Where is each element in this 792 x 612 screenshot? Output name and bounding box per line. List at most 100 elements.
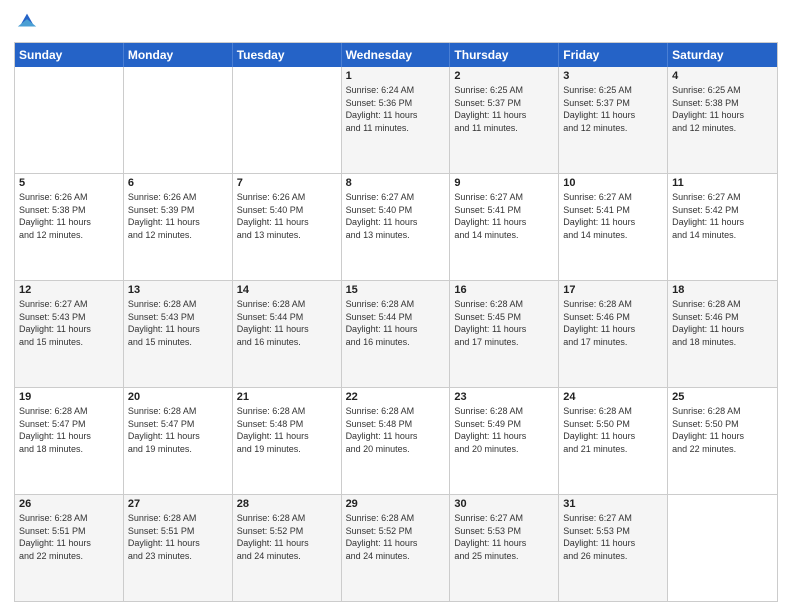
calendar-cell: 15 Sunrise: 6:28 AM Sunset: 5:44 PM Dayli… xyxy=(342,281,451,387)
calendar-cell: 19Sunrise: 6:28 AM Sunset: 5:47 PM Dayli… xyxy=(15,388,124,494)
calendar-cell: 4Sunrise: 6:25 AM Sunset: 5:38 PM Daylig… xyxy=(668,67,777,173)
calendar-cell: 30Sunrise: 6:27 AM Sunset: 5:53 PM Dayli… xyxy=(450,495,559,601)
weekday-header: Thursday xyxy=(450,43,559,67)
cell-info: Sunrise: 6:27 AM Sunset: 5:41 PM Dayligh… xyxy=(563,191,663,241)
cell-info: Sunrise: 6:28 AM Sunset: 5:51 PM Dayligh… xyxy=(19,512,119,562)
cell-info: Sunrise: 6:27 AM Sunset: 5:40 PM Dayligh… xyxy=(346,191,446,241)
calendar-cell: 17 Sunrise: 6:28 AM Sunset: 5:46 PM Dayli… xyxy=(559,281,668,387)
cell-info: Sunrise: 6:28 AM Sunset: 5:50 PM Dayligh… xyxy=(563,405,663,455)
day-number: 28 xyxy=(237,498,337,510)
day-number: 14 xyxy=(237,284,337,296)
day-number: 9 xyxy=(454,177,554,189)
day-number: 27 xyxy=(128,498,228,510)
calendar-cell: 14 Sunrise: 6:28 AM Sunset: 5:44 PM Dayli… xyxy=(233,281,342,387)
weekday-header: Saturday xyxy=(668,43,777,67)
cell-info: Sunrise: 6:27 AM Sunset: 5:42 PM Dayligh… xyxy=(672,191,773,241)
cell-info: Sunrise: 6:28 AM Sunset: 5:51 PM Dayligh… xyxy=(128,512,228,562)
cell-info: Sunrise: 6:26 AM Sunset: 5:40 PM Dayligh… xyxy=(237,191,337,241)
calendar-cell xyxy=(124,67,233,173)
calendar-cell: 6 Sunrise: 6:26 AM Sunset: 5:39 PM Daylig… xyxy=(124,174,233,280)
cell-info: Sunrise: 6:28 AM Sunset: 5:49 PM Dayligh… xyxy=(454,405,554,455)
day-number: 16 xyxy=(454,284,554,296)
cell-info: Sunrise: 6:28 AM Sunset: 5:47 PM Dayligh… xyxy=(19,405,119,455)
header xyxy=(14,10,778,34)
day-number: 20 xyxy=(128,391,228,403)
cell-info: Sunrise: 6:26 AM Sunset: 5:39 PM Dayligh… xyxy=(128,191,228,241)
logo-icon xyxy=(16,10,38,32)
day-number: 18 xyxy=(672,284,773,296)
day-number: 26 xyxy=(19,498,119,510)
calendar-cell: 25 Sunrise: 6:28 AM Sunset: 5:50 PM Dayli… xyxy=(668,388,777,494)
calendar-cell: 12 Sunrise: 6:27 AM Sunset: 5:43 PM Dayli… xyxy=(15,281,124,387)
cell-info: Sunrise: 6:25 AM Sunset: 5:37 PM Dayligh… xyxy=(563,84,663,134)
cell-info: Sunrise: 6:25 AM Sunset: 5:37 PM Dayligh… xyxy=(454,84,554,134)
day-number: 11 xyxy=(672,177,773,189)
calendar-cell xyxy=(233,67,342,173)
cell-info: Sunrise: 6:28 AM Sunset: 5:50 PM Dayligh… xyxy=(672,405,773,455)
cell-info: Sunrise: 6:28 AM Sunset: 5:48 PM Dayligh… xyxy=(346,405,446,455)
day-number: 29 xyxy=(346,498,446,510)
cell-info: Sunrise: 6:27 AM Sunset: 5:41 PM Dayligh… xyxy=(454,191,554,241)
day-number: 25 xyxy=(672,391,773,403)
day-number: 15 xyxy=(346,284,446,296)
cell-info: Sunrise: 6:28 AM Sunset: 5:52 PM Dayligh… xyxy=(237,512,337,562)
calendar-cell: 16 Sunrise: 6:28 AM Sunset: 5:45 PM Dayli… xyxy=(450,281,559,387)
calendar-row: 26 Sunrise: 6:28 AM Sunset: 5:51 PM Dayli… xyxy=(15,494,777,601)
weekday-header: Sunday xyxy=(15,43,124,67)
calendar-cell: 3 Sunrise: 6:25 AM Sunset: 5:37 PM Daylig… xyxy=(559,67,668,173)
calendar-cell: 31 Sunrise: 6:27 AM Sunset: 5:53 PM Dayli… xyxy=(559,495,668,601)
day-number: 2 xyxy=(454,70,554,82)
day-number: 21 xyxy=(237,391,337,403)
calendar-cell: 5Sunrise: 6:26 AM Sunset: 5:38 PM Daylig… xyxy=(15,174,124,280)
day-number: 24 xyxy=(563,391,663,403)
calendar: SundayMondayTuesdayWednesdayThursdayFrid… xyxy=(14,42,778,602)
day-number: 8 xyxy=(346,177,446,189)
calendar-cell: 20 Sunrise: 6:28 AM Sunset: 5:47 PM Dayli… xyxy=(124,388,233,494)
cell-info: Sunrise: 6:28 AM Sunset: 5:47 PM Dayligh… xyxy=(128,405,228,455)
cell-info: Sunrise: 6:25 AM Sunset: 5:38 PM Dayligh… xyxy=(672,84,773,134)
day-number: 31 xyxy=(563,498,663,510)
day-number: 7 xyxy=(237,177,337,189)
cell-info: Sunrise: 6:27 AM Sunset: 5:43 PM Dayligh… xyxy=(19,298,119,348)
day-number: 3 xyxy=(563,70,663,82)
calendar-cell: 9 Sunrise: 6:27 AM Sunset: 5:41 PM Daylig… xyxy=(450,174,559,280)
day-number: 22 xyxy=(346,391,446,403)
cell-info: Sunrise: 6:28 AM Sunset: 5:44 PM Dayligh… xyxy=(237,298,337,348)
cell-info: Sunrise: 6:27 AM Sunset: 5:53 PM Dayligh… xyxy=(454,512,554,562)
cell-info: Sunrise: 6:28 AM Sunset: 5:52 PM Dayligh… xyxy=(346,512,446,562)
calendar-cell: 27 Sunrise: 6:28 AM Sunset: 5:51 PM Dayli… xyxy=(124,495,233,601)
day-number: 13 xyxy=(128,284,228,296)
calendar-cell: 10 Sunrise: 6:27 AM Sunset: 5:41 PM Dayli… xyxy=(559,174,668,280)
calendar-row: 12 Sunrise: 6:27 AM Sunset: 5:43 PM Dayli… xyxy=(15,280,777,387)
weekday-header: Friday xyxy=(559,43,668,67)
calendar-cell: 2 Sunrise: 6:25 AM Sunset: 5:37 PM Daylig… xyxy=(450,67,559,173)
calendar-cell xyxy=(668,495,777,601)
cell-info: Sunrise: 6:28 AM Sunset: 5:46 PM Dayligh… xyxy=(563,298,663,348)
cell-info: Sunrise: 6:28 AM Sunset: 5:43 PM Dayligh… xyxy=(128,298,228,348)
page: SundayMondayTuesdayWednesdayThursdayFrid… xyxy=(0,0,792,612)
calendar-cell: 24 Sunrise: 6:28 AM Sunset: 5:50 PM Dayli… xyxy=(559,388,668,494)
cell-info: Sunrise: 6:24 AM Sunset: 5:36 PM Dayligh… xyxy=(346,84,446,134)
calendar-body: 1Sunrise: 6:24 AM Sunset: 5:36 PM Daylig… xyxy=(15,67,777,601)
calendar-cell xyxy=(15,67,124,173)
calendar-cell: 8 Sunrise: 6:27 AM Sunset: 5:40 PM Daylig… xyxy=(342,174,451,280)
day-number: 6 xyxy=(128,177,228,189)
cell-info: Sunrise: 6:27 AM Sunset: 5:53 PM Dayligh… xyxy=(563,512,663,562)
cell-info: Sunrise: 6:28 AM Sunset: 5:44 PM Dayligh… xyxy=(346,298,446,348)
weekday-header: Tuesday xyxy=(233,43,342,67)
calendar-cell: 28 Sunrise: 6:28 AM Sunset: 5:52 PM Dayli… xyxy=(233,495,342,601)
calendar-header: SundayMondayTuesdayWednesdayThursdayFrid… xyxy=(15,43,777,67)
day-number: 17 xyxy=(563,284,663,296)
calendar-cell: 22 Sunrise: 6:28 AM Sunset: 5:48 PM Dayli… xyxy=(342,388,451,494)
day-number: 10 xyxy=(563,177,663,189)
logo xyxy=(14,10,38,34)
calendar-cell: 18Sunrise: 6:28 AM Sunset: 5:46 PM Dayli… xyxy=(668,281,777,387)
calendar-cell: 21Sunrise: 6:28 AM Sunset: 5:48 PM Dayli… xyxy=(233,388,342,494)
calendar-cell: 23Sunrise: 6:28 AM Sunset: 5:49 PM Dayli… xyxy=(450,388,559,494)
weekday-header: Monday xyxy=(124,43,233,67)
weekday-header: Wednesday xyxy=(342,43,451,67)
calendar-row: 1Sunrise: 6:24 AM Sunset: 5:36 PM Daylig… xyxy=(15,67,777,173)
calendar-cell: 7 Sunrise: 6:26 AM Sunset: 5:40 PM Daylig… xyxy=(233,174,342,280)
day-number: 12 xyxy=(19,284,119,296)
cell-info: Sunrise: 6:28 AM Sunset: 5:45 PM Dayligh… xyxy=(454,298,554,348)
